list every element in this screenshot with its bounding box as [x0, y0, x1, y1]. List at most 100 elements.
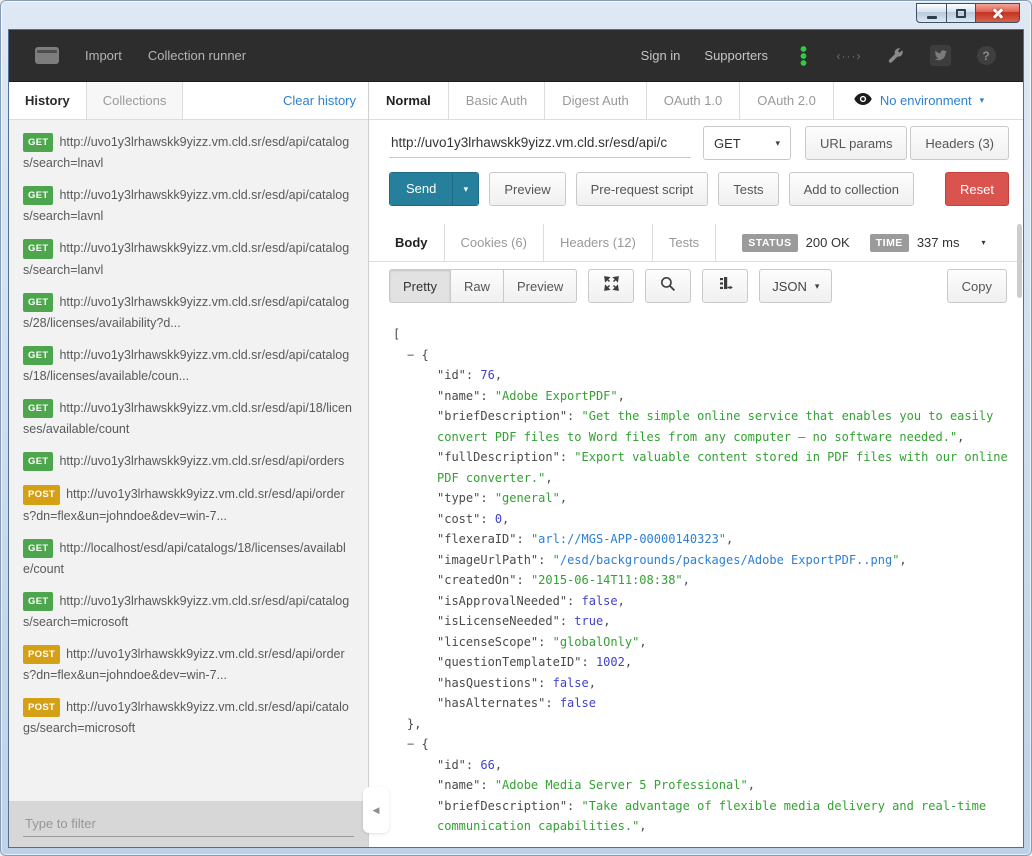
history-item[interactable]: GEThttp://uvo1y3lrhawskk9yizz.vm.cld.sr/… [9, 238, 368, 279]
sign-in-link[interactable]: Sign in [641, 48, 681, 63]
method-badge: GET [23, 592, 53, 611]
json-token: "licenseScope" [437, 635, 538, 649]
tab-cookies[interactable]: Cookies (6) [445, 224, 544, 261]
tab-resp-tests[interactable]: Tests [653, 224, 716, 261]
collections-box-icon[interactable] [35, 47, 59, 64]
expand-button[interactable] [588, 269, 634, 303]
send-options-button[interactable]: ▾ [452, 173, 478, 205]
json-token: : [466, 368, 480, 382]
json-token: 66 [480, 758, 494, 772]
json-line: "id": 76, [391, 365, 1011, 386]
tab-body[interactable]: Body [379, 224, 445, 261]
code-brackets-icon[interactable]: ‹···› [838, 45, 860, 67]
json-token: , [603, 614, 610, 628]
fold-toggle[interactable]: − [407, 737, 421, 751]
status-badge: STATUS [742, 234, 797, 252]
method-badge: GET [23, 133, 53, 152]
json-token: , [495, 368, 502, 382]
json-token: "briefDescription" [437, 799, 567, 813]
history-item[interactable]: GET http://uvo1y3lrhawskk9yizz.vm.cld.sr/… [9, 451, 368, 472]
history-item[interactable]: GEThttp://uvo1y3lrhawskk9yizz.vm.cld.sr/… [9, 591, 368, 632]
copy-button[interactable]: Copy [947, 269, 1007, 303]
tab-oauth2[interactable]: OAuth 2.0 [740, 82, 834, 119]
format-button[interactable] [702, 269, 748, 303]
method-badge: GET [23, 399, 53, 418]
history-url: http://uvo1y3lrhawskk9yizz.vm.cld.sr/esd… [23, 487, 345, 522]
environment-selector[interactable]: No environment ▾ [854, 82, 984, 119]
view-mode-group: Pretty Raw Preview [389, 269, 577, 303]
tab-normal[interactable]: Normal [369, 82, 449, 119]
main-area: History Collections Clear history GEThtt… [9, 82, 1023, 847]
wrench-icon[interactable] [884, 45, 906, 67]
close-button[interactable] [975, 3, 1020, 23]
history-item[interactable]: GEThttp://uvo1y3lrhawskk9yizz.vm.cld.sr/… [9, 398, 368, 439]
twitter-icon[interactable] [930, 45, 951, 66]
filter-input[interactable] [23, 811, 354, 837]
json-line: "createdOn": "2015-06-14T11:08:38", [391, 570, 1011, 591]
json-token: , [683, 573, 690, 587]
time-dropdown-icon[interactable]: ▾ [981, 238, 985, 247]
history-item[interactable]: GEThttp://uvo1y3lrhawskk9yizz.vm.cld.sr/… [9, 132, 368, 173]
history-item[interactable]: GEThttp://localhost/esd/api/catalogs/18/… [9, 538, 368, 579]
method-badge: GET [23, 452, 53, 471]
history-item[interactable]: POSThttp://uvo1y3lrhawskk9yizz.vm.cld.sr… [9, 484, 368, 525]
tab-history[interactable]: History [9, 82, 87, 119]
search-button[interactable] [645, 269, 691, 303]
json-token: 76 [480, 368, 494, 382]
send-button[interactable]: Send [390, 173, 452, 205]
reset-button[interactable]: Reset [945, 172, 1009, 206]
help-icon[interactable]: ? [977, 46, 996, 65]
add-to-collection-button[interactable]: Add to collection [789, 172, 914, 206]
tab-oauth1[interactable]: OAuth 1.0 [647, 82, 741, 119]
filter-bar [9, 801, 368, 847]
history-item[interactable]: GEThttp://uvo1y3lrhawskk9yizz.vm.cld.sr/… [9, 185, 368, 226]
preview-mode-button[interactable]: Preview [504, 269, 577, 303]
search-icon [660, 276, 676, 297]
collection-runner-menu[interactable]: Collection runner [148, 48, 246, 63]
method-select[interactable]: GET ▾ [703, 126, 791, 160]
headers-button[interactable]: Headers (3) [910, 126, 1009, 160]
history-item[interactable]: GEThttp://uvo1y3lrhawskk9yizz.vm.cld.sr/… [9, 292, 368, 333]
json-token: : [538, 635, 552, 649]
json-line: "isLicenseNeeded": true, [391, 611, 1011, 632]
tab-digest-auth[interactable]: Digest Auth [545, 82, 647, 119]
minimize-button[interactable] [916, 3, 946, 23]
tab-resp-headers[interactable]: Headers (12) [544, 224, 653, 261]
json-line: "briefDescription": "Take advantage of f… [391, 796, 1011, 837]
json-token: { [421, 348, 428, 362]
json-token: : [567, 594, 581, 608]
preview-button[interactable]: Preview [489, 172, 565, 206]
sidebar: History Collections Clear history GEThtt… [9, 82, 369, 847]
json-token: "hasQuestions" [437, 676, 538, 690]
prerequest-script-button[interactable]: Pre-request script [576, 172, 709, 206]
history-item[interactable]: POSThttp://uvo1y3lrhawskk9yizz.vm.cld.sr… [9, 644, 368, 685]
maximize-button[interactable] [946, 3, 975, 23]
history-url: http://uvo1y3lrhawskk9yizz.vm.cld.sr/esd… [59, 454, 344, 468]
eye-icon [854, 93, 872, 108]
json-token: "cost" [437, 512, 480, 526]
raw-button[interactable]: Raw [451, 269, 504, 303]
traffic-light-icon[interactable] [792, 45, 814, 67]
method-badge: GET [23, 346, 53, 365]
import-menu[interactable]: Import [85, 48, 122, 63]
json-line: − { [391, 345, 1011, 366]
history-item[interactable]: GEThttp://uvo1y3lrhawskk9yizz.vm.cld.sr/… [9, 345, 368, 386]
json-token: "id" [437, 368, 466, 382]
fold-toggle[interactable]: − [407, 348, 421, 362]
tab-collections[interactable]: Collections [87, 82, 184, 119]
tab-basic-auth[interactable]: Basic Auth [449, 82, 545, 119]
pretty-button[interactable]: Pretty [389, 269, 451, 303]
window-titlebar[interactable] [1, 1, 1031, 29]
supporters-link[interactable]: Supporters [704, 48, 768, 63]
clear-history-link[interactable]: Clear history [271, 82, 368, 119]
json-line: "imageUrlPath": "/esd/backgrounds/packag… [391, 550, 1011, 571]
history-item[interactable]: POSThttp://uvo1y3lrhawskk9yizz.vm.cld.sr… [9, 697, 368, 738]
method-badge: POST [23, 645, 60, 664]
url-params-button[interactable]: URL params [805, 126, 907, 160]
url-input[interactable] [389, 128, 691, 158]
tests-button[interactable]: Tests [718, 172, 778, 206]
format-select[interactable]: JSON ▾ [759, 269, 832, 303]
json-token: , [957, 430, 964, 444]
sidebar-collapse-button[interactable]: ◀ [363, 787, 389, 833]
response-scrollbar[interactable] [1017, 224, 1022, 298]
